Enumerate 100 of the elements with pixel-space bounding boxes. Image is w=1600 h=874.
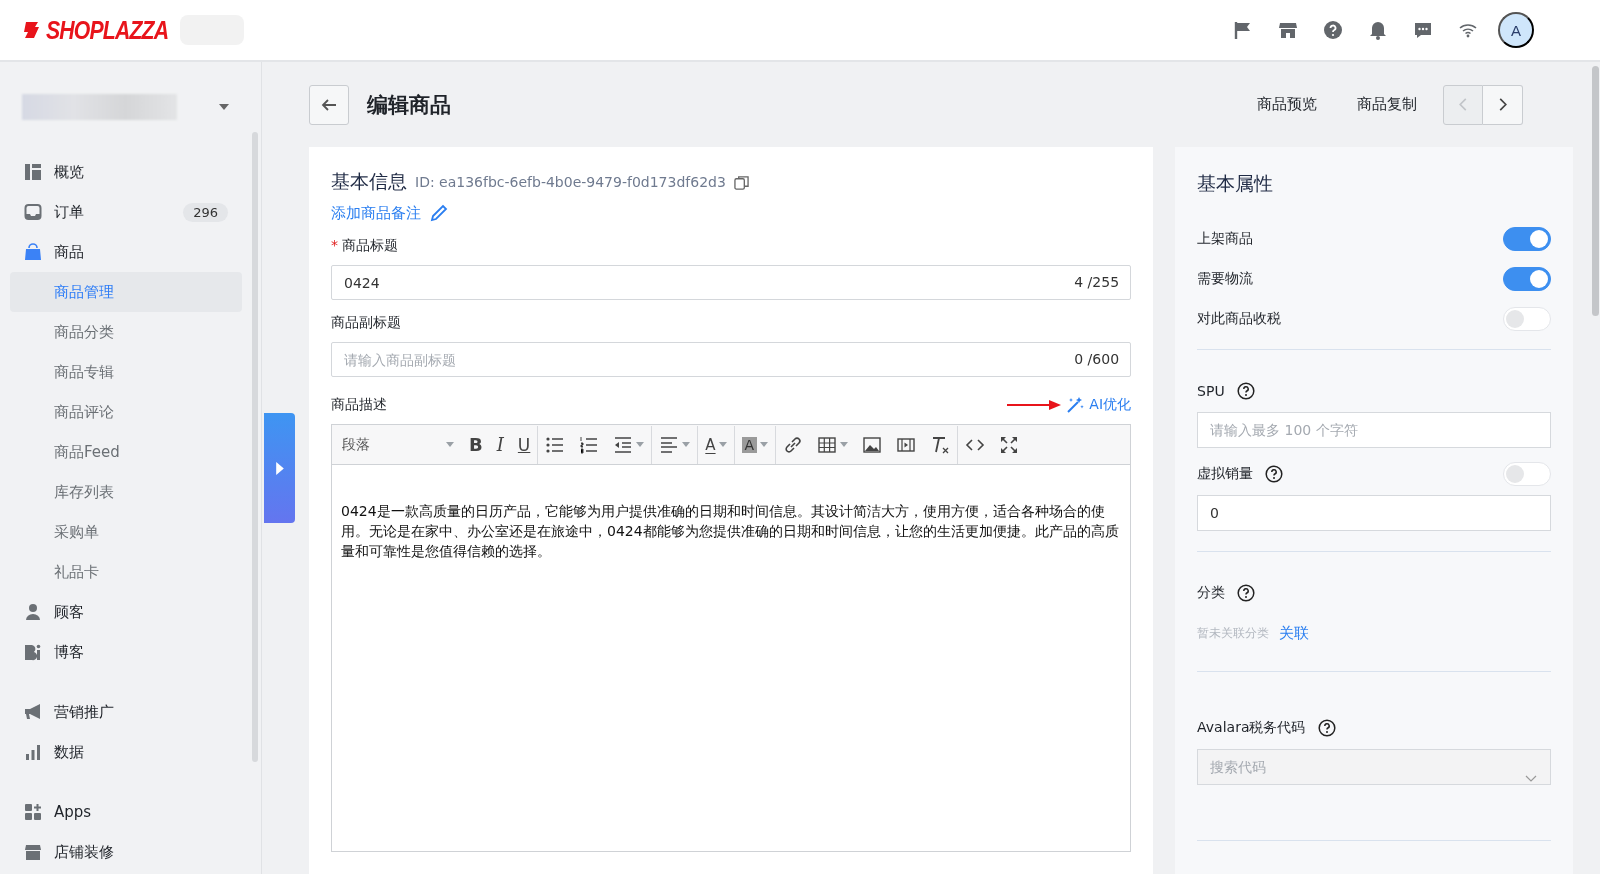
input-field[interactable]: 请输入最多 100 个字符 (1197, 412, 1551, 448)
sidebar-item-label: 博客 (54, 642, 84, 662)
sidebar-item[interactable]: 概览 (10, 152, 242, 192)
font-color-button[interactable]: A (698, 425, 734, 464)
sidebar-item[interactable]: 博客 (10, 632, 242, 672)
sidebar-item-label: 店铺装修 (54, 842, 114, 862)
field-label: 对此商品收税 (1197, 310, 1282, 328)
sidebar-item[interactable]: 营销推广 (10, 692, 242, 732)
character-counter: 4 /255 (1074, 274, 1120, 290)
image-icon[interactable] (862, 434, 883, 455)
field-label: 商品标题 (342, 237, 398, 255)
caret-down-icon (446, 442, 454, 447)
logo-text: SHOPLAZZA (46, 15, 169, 45)
storefront-icon[interactable] (1278, 20, 1298, 40)
required-mark: * (331, 237, 338, 255)
field-label: 虚拟销量 (1197, 465, 1254, 483)
caret-down-icon (636, 442, 645, 447)
sidebar-subitem[interactable]: 库存列表 (10, 472, 242, 512)
action-link[interactable]: 商品复制 (1337, 95, 1437, 114)
field-label: Avalara税务代码 (1197, 719, 1306, 737)
inbox-icon (24, 203, 42, 221)
caret-down-icon (760, 442, 769, 447)
magic-wand-icon (1065, 395, 1086, 415)
paragraph-dropdown[interactable]: 段落 (334, 425, 462, 464)
person-icon (24, 603, 42, 621)
link-icon[interactable] (783, 434, 804, 455)
caret-right-icon (275, 461, 284, 475)
sidebar-item-label: 订单 (54, 202, 84, 222)
fullscreen-icon[interactable] (999, 434, 1020, 455)
empty-category-text: 暂未关联分类 (1197, 625, 1270, 642)
blog-icon (24, 643, 42, 661)
sidebar-item[interactable]: 订单 296 (10, 192, 242, 232)
avatar-button[interactable]: A (1498, 12, 1534, 48)
sidebar-subitem[interactable]: 商品评论 (10, 392, 242, 432)
help-icon[interactable] (1236, 382, 1255, 400)
storefront-icon (24, 843, 42, 861)
caret-down-icon[interactable] (218, 103, 230, 111)
field-label: 分类 (1197, 584, 1226, 602)
ai-optimize-button[interactable]: AI优化 (1065, 395, 1132, 415)
chevron-right-icon (1498, 98, 1507, 111)
action-link[interactable]: 商品预览 (1237, 95, 1337, 114)
sidebar-subitem[interactable]: 采购单 (10, 512, 242, 552)
sidebar-item[interactable]: 店铺装修 (10, 832, 242, 872)
field-label: 商品描述 (331, 396, 387, 414)
search-select[interactable]: 搜索代码 (1197, 749, 1551, 785)
help-icon[interactable] (1237, 584, 1256, 602)
apps-icon (24, 803, 42, 821)
sidebar-item[interactable]: 数据 (10, 732, 242, 772)
sidebar-item-label: 顾客 (54, 602, 84, 622)
bell-icon[interactable] (1368, 20, 1388, 40)
chat-icon[interactable] (1413, 20, 1433, 40)
field-label: 需要物流 (1197, 270, 1254, 288)
sidebar-item-label: 概览 (54, 162, 84, 182)
back-button[interactable] (309, 84, 349, 125)
highlight-color-button[interactable]: A (734, 425, 776, 464)
input-field[interactable]: 0 (1197, 495, 1551, 531)
toggle-switch[interactable] (1503, 227, 1551, 251)
sidebar-item[interactable]: Apps (10, 792, 242, 832)
megaphone-icon (24, 703, 42, 721)
help-icon[interactable] (1265, 465, 1284, 483)
sidebar-item-label: 商品 (54, 242, 84, 262)
sidebar-subitem[interactable]: 商品Feed (10, 432, 242, 472)
flag-icon[interactable] (1233, 20, 1253, 40)
italic-button[interactable]: I (489, 425, 511, 464)
logo-icon (22, 20, 42, 40)
section-title: 基本属性 (1197, 171, 1275, 196)
field-label: SPU (1197, 383, 1225, 399)
sidebar-item[interactable]: 商品 (10, 232, 242, 272)
sidebar-subitem[interactable]: 商品专辑 (10, 352, 242, 392)
outdent-icon[interactable] (613, 434, 634, 455)
bold-button[interactable]: B (462, 425, 490, 464)
sidebar-subitem[interactable]: 商品分类 (10, 312, 242, 352)
product-id: ID: ea136fbc-6efb-4b0e-9479-f0d173df62d3 (415, 174, 726, 190)
sidebar-subitem[interactable]: 礼品卡 (10, 552, 242, 592)
description-text: 0424是一款高质量的日历产品，它能够为用户提供准确的日期和时间信息。其设计简洁大方，使用方便，适合各种场合的使用。无论是在家中、办公室还是在旅途中，0424都能够为您提供准确的日期和时间信息，让您的生活更加便捷。此产品的高质量和可靠性是您值得信赖的选择。 (340, 502, 1120, 561)
add-note-link[interactable]: 添加商品备注 (331, 203, 421, 223)
caret-down-icon (718, 442, 727, 447)
pencil-icon[interactable] (429, 203, 449, 223)
character-counter: 0 /600 (1074, 351, 1120, 367)
section-title: 基本信息 (331, 169, 407, 194)
page-title: 编辑商品 (367, 91, 451, 119)
sidebar-item-label: 营销推广 (54, 702, 114, 722)
numbered-list-icon[interactable] (579, 434, 600, 455)
help-icon[interactable] (1317, 719, 1336, 737)
table-icon[interactable] (817, 434, 838, 455)
toggle-switch[interactable] (1503, 267, 1551, 291)
align-left-icon[interactable] (659, 434, 680, 455)
sidebar-item[interactable]: 顾客 (10, 592, 242, 632)
sidebar-item-label: Apps (54, 803, 92, 821)
pointer-arrow (1007, 400, 1062, 410)
sidebar-item-label: 数据 (54, 742, 84, 762)
chevron-down-icon (1525, 775, 1537, 783)
link-category-link[interactable]: 关联 (1279, 624, 1310, 643)
copy-icon[interactable] (733, 174, 749, 190)
field-label: 商品副标题 (331, 314, 401, 332)
shopping-bag-icon (24, 243, 42, 261)
scrollbar-thumb[interactable] (1591, 66, 1599, 316)
clear-format-icon[interactable] (930, 434, 951, 455)
underline-button[interactable]: U (510, 425, 538, 464)
count-badge: 296 (183, 202, 228, 222)
